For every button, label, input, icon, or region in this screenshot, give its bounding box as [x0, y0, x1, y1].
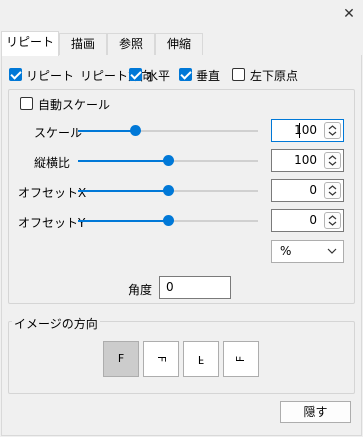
offset-x-slider-fill [78, 190, 168, 192]
tab-reference[interactable]: 参照 [107, 33, 155, 55]
scale-spin-button[interactable] [324, 122, 341, 139]
hide-button-label: 隠す [303, 405, 328, 419]
spin-arrows-icon [328, 125, 337, 136]
orientation-rotate-left-icon: F [233, 355, 247, 363]
auto-scale-checkbox[interactable] [20, 97, 33, 110]
orientation-mirror-button[interactable]: F [183, 341, 219, 377]
unit-select-value: % [280, 244, 292, 258]
aspect-ratio-value: 100 [294, 153, 317, 167]
scale-value: 100 [294, 123, 317, 137]
offset-y-slider-thumb[interactable] [163, 215, 174, 226]
tab-stretch[interactable]: 伸縮 [155, 33, 203, 55]
scale-slider-fill [78, 130, 136, 132]
tab-repeat-label: リピート [5, 35, 54, 49]
repeat-checkbox[interactable] [9, 68, 22, 81]
aspect-ratio-slider-fill [78, 160, 168, 162]
offset-x-slider-thumb[interactable] [163, 185, 174, 196]
tab-repeat[interactable]: リピート [1, 31, 59, 56]
offset-y-value: 0 [309, 213, 317, 227]
vertical-label: 垂直 [196, 69, 221, 83]
scale-spinbox[interactable]: 100 [271, 119, 344, 142]
angle-input[interactable]: 0 [159, 276, 231, 299]
tab-draw[interactable]: 描画 [59, 33, 107, 55]
close-button[interactable]: ✕ [341, 6, 357, 22]
aspect-ratio-label: 縦横比 [34, 156, 71, 170]
horizontal-checkbox[interactable] [129, 68, 142, 81]
angle-value: 0 [166, 280, 174, 294]
offset-x-spinbox[interactable]: 0 [271, 179, 344, 202]
aspect-ratio-slider-thumb[interactable] [163, 155, 174, 166]
spin-arrows-icon [328, 215, 337, 226]
horizontal-label: 水平 [146, 69, 171, 83]
close-icon: ✕ [343, 6, 355, 22]
tab-reference-label: 参照 [118, 37, 143, 51]
offset-x-spin-button[interactable] [324, 182, 341, 199]
aspect-ratio-spinbox[interactable]: 100 [271, 149, 344, 172]
scale-label: スケール [34, 126, 83, 140]
orientation-rotate-right-icon: F [154, 355, 168, 363]
spin-arrows-icon [328, 185, 337, 196]
offset-y-spin-button[interactable] [324, 212, 341, 229]
spin-arrows-icon [328, 155, 337, 166]
auto-scale-label: 自動スケール [38, 98, 111, 112]
orientation-rotate-right-button[interactable]: F [143, 341, 179, 377]
scale-slider-thumb[interactable] [130, 125, 141, 136]
orientation-title: イメージの方向 [12, 315, 100, 332]
vertical-checkbox[interactable] [179, 68, 192, 81]
offset-y-slider-fill [78, 220, 168, 222]
aspect-ratio-spin-button[interactable] [324, 152, 341, 169]
bottom-left-origin-label: 左下原点 [250, 69, 299, 83]
offset-x-label: オフセットX [18, 186, 87, 200]
orientation-rotate-left-button[interactable]: F [223, 341, 259, 377]
tab-stretch-label: 伸縮 [166, 37, 191, 51]
offset-y-spinbox[interactable]: 0 [271, 209, 344, 232]
unit-select[interactable]: % [271, 240, 344, 263]
offset-x-value: 0 [309, 183, 317, 197]
angle-label: 角度 [128, 283, 153, 297]
offset-y-label: オフセットY [18, 216, 86, 230]
hide-button[interactable]: 隠す [280, 401, 351, 423]
orientation-normal-button[interactable]: F [103, 341, 139, 377]
bottom-left-origin-checkbox[interactable] [232, 68, 245, 81]
orientation-normal-icon: F [117, 352, 125, 365]
chevron-down-icon [327, 248, 337, 254]
orientation-mirror-icon: F [197, 353, 205, 366]
repeat-label: リピート [26, 69, 75, 83]
tab-draw-label: 描画 [70, 37, 95, 51]
